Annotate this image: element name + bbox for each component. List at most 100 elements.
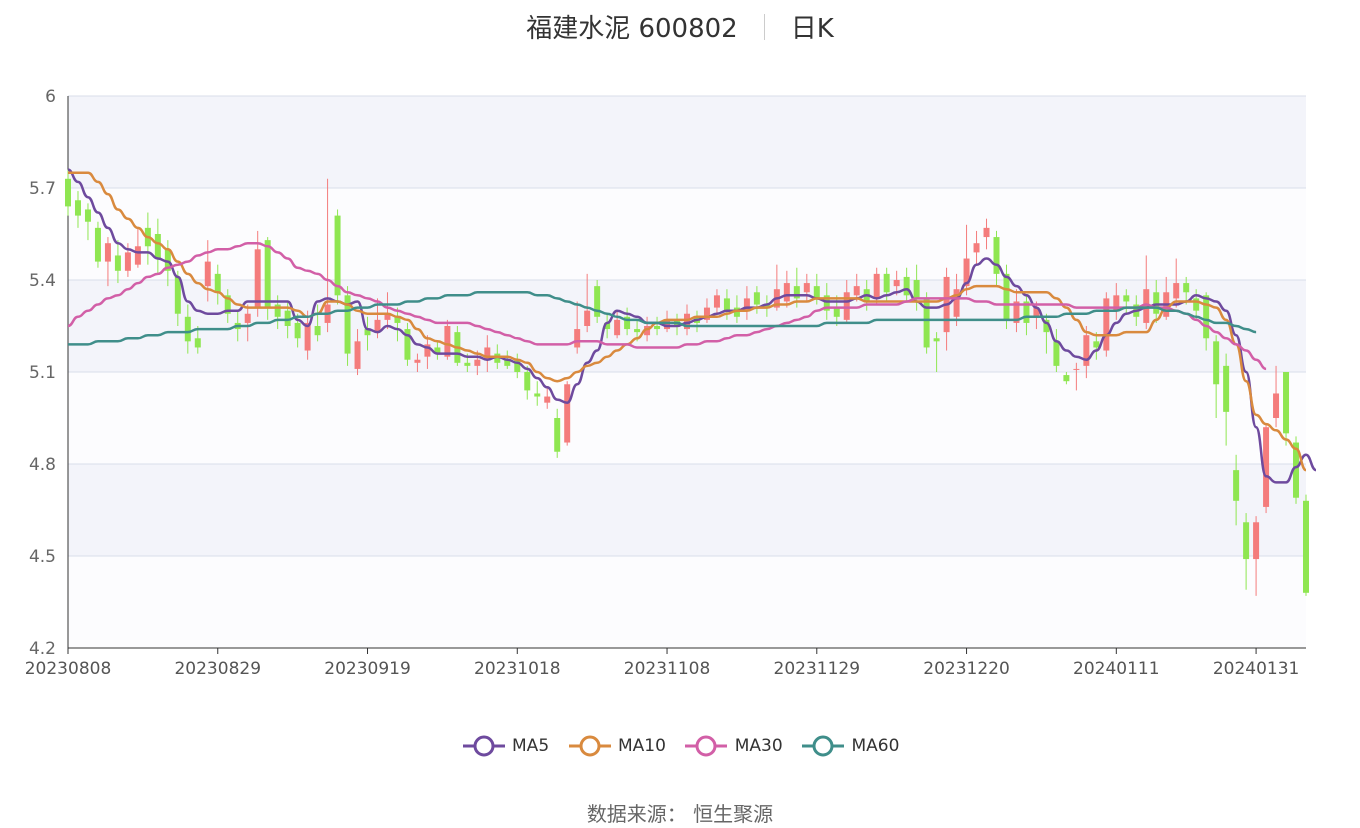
candle-body: [1003, 273, 1010, 320]
grid-band: [68, 188, 1306, 280]
candle-body: [134, 246, 141, 265]
candle-body: [1223, 365, 1230, 412]
candle-body: [1203, 295, 1210, 339]
candle-body: [983, 227, 990, 238]
candle-body: [654, 326, 661, 330]
candle-body: [634, 329, 641, 333]
candle-body: [464, 362, 471, 366]
grid-band: [68, 464, 1306, 556]
candle-body: [84, 209, 91, 222]
candle-body: [1073, 368, 1080, 370]
grid-band: [68, 96, 1306, 188]
candle-body: [1273, 393, 1280, 418]
legend-swatch-ma5: [462, 735, 505, 757]
candle-body: [314, 326, 321, 336]
x-tick-label: 20240111: [1073, 659, 1160, 679]
candle-body: [174, 276, 181, 314]
y-tick-label: 4.2: [29, 639, 56, 659]
candle-body: [1063, 375, 1070, 382]
legend-swatch-ma30: [685, 735, 728, 757]
grid-band: [68, 556, 1306, 648]
x-tick-label: 20230919: [324, 659, 411, 679]
candle-body: [474, 359, 481, 366]
candle-body: [1193, 298, 1200, 311]
data-source: 数据来源： 恒生聚源: [586, 802, 774, 826]
candle-body: [843, 292, 850, 320]
legend-label-ma5: MA5: [512, 736, 550, 756]
y-tick-label: 4.8: [29, 455, 56, 475]
candle-body: [554, 418, 561, 452]
candle-body: [883, 273, 890, 293]
legend-item-ma60[interactable]: MA60: [800, 735, 899, 757]
y-tick-label: 5.4: [29, 271, 56, 291]
candle-body: [1093, 341, 1100, 348]
candle-body: [1103, 298, 1110, 351]
legend-item-ma10[interactable]: MA10: [567, 735, 666, 757]
candle-body: [1213, 341, 1220, 385]
x-tick-label: 20240131: [1213, 659, 1300, 679]
candle-body: [973, 243, 980, 253]
candle-body: [294, 322, 301, 339]
candle-body: [913, 280, 920, 299]
candle-body: [893, 280, 900, 287]
candle-body: [783, 283, 790, 302]
chart-legend: MA5 MA10 MA30 MA60: [0, 735, 1360, 757]
legend-label-ma60: MA60: [851, 736, 900, 756]
candle-body: [334, 215, 341, 296]
candle-body: [614, 319, 621, 336]
candle-body: [933, 338, 940, 342]
candle-body: [65, 178, 71, 207]
candle-body: [264, 240, 271, 308]
x-tick-label: 20231018: [474, 659, 561, 679]
candle-body: [244, 313, 251, 323]
candle-body: [1183, 283, 1190, 293]
candle-body: [414, 359, 421, 363]
candle-body: [574, 329, 581, 348]
x-tick-label: 20231220: [923, 659, 1010, 679]
y-tick-label: 6: [45, 87, 56, 107]
candle-body: [1083, 335, 1090, 366]
candle-body: [184, 316, 191, 342]
candle-body: [813, 286, 820, 299]
candle-body: [723, 298, 730, 311]
candle-body: [1173, 283, 1180, 299]
candle-body: [354, 341, 361, 369]
legend-swatch-ma10: [568, 735, 611, 757]
candle-body: [254, 249, 261, 308]
x-tick-label: 20230808: [25, 659, 112, 679]
candle-body: [524, 372, 531, 391]
candle-body: [1233, 470, 1240, 501]
x-tick-label: 20231129: [774, 659, 861, 679]
x-tick-label: 20231108: [624, 659, 711, 679]
candle-body: [1123, 295, 1130, 302]
y-tick-label: 4.5: [29, 547, 56, 567]
x-tick-label: 20230829: [174, 659, 261, 679]
candle-body: [873, 273, 880, 299]
legend-swatch-ma60: [802, 735, 845, 757]
legend-label-ma10: MA10: [617, 736, 666, 756]
grid-band: [68, 372, 1306, 464]
candle-body: [803, 283, 810, 293]
candle-body: [993, 237, 1000, 274]
candle-body: [1303, 500, 1309, 593]
candle-body: [793, 286, 800, 299]
legend-item-ma5[interactable]: MA5: [461, 735, 550, 757]
legend-label-ma30: MA30: [734, 736, 783, 756]
candle-body: [584, 310, 591, 326]
y-tick-label: 5.7: [29, 179, 56, 199]
candle-body: [154, 234, 161, 259]
candle-body: [444, 326, 451, 357]
candle-body: [564, 384, 571, 443]
candle-body: [534, 393, 541, 397]
candle-body: [1153, 292, 1160, 314]
candle-body: [713, 295, 720, 308]
candle-body: [753, 292, 760, 305]
candle-body: [114, 255, 121, 271]
legend-item-ma30[interactable]: MA30: [683, 735, 783, 757]
candle-body: [204, 261, 211, 287]
candle-body: [214, 273, 221, 293]
candle-body: [903, 276, 910, 296]
candle-body: [194, 338, 201, 348]
candle-body: [1243, 522, 1250, 560]
candle-body: [1283, 372, 1290, 434]
